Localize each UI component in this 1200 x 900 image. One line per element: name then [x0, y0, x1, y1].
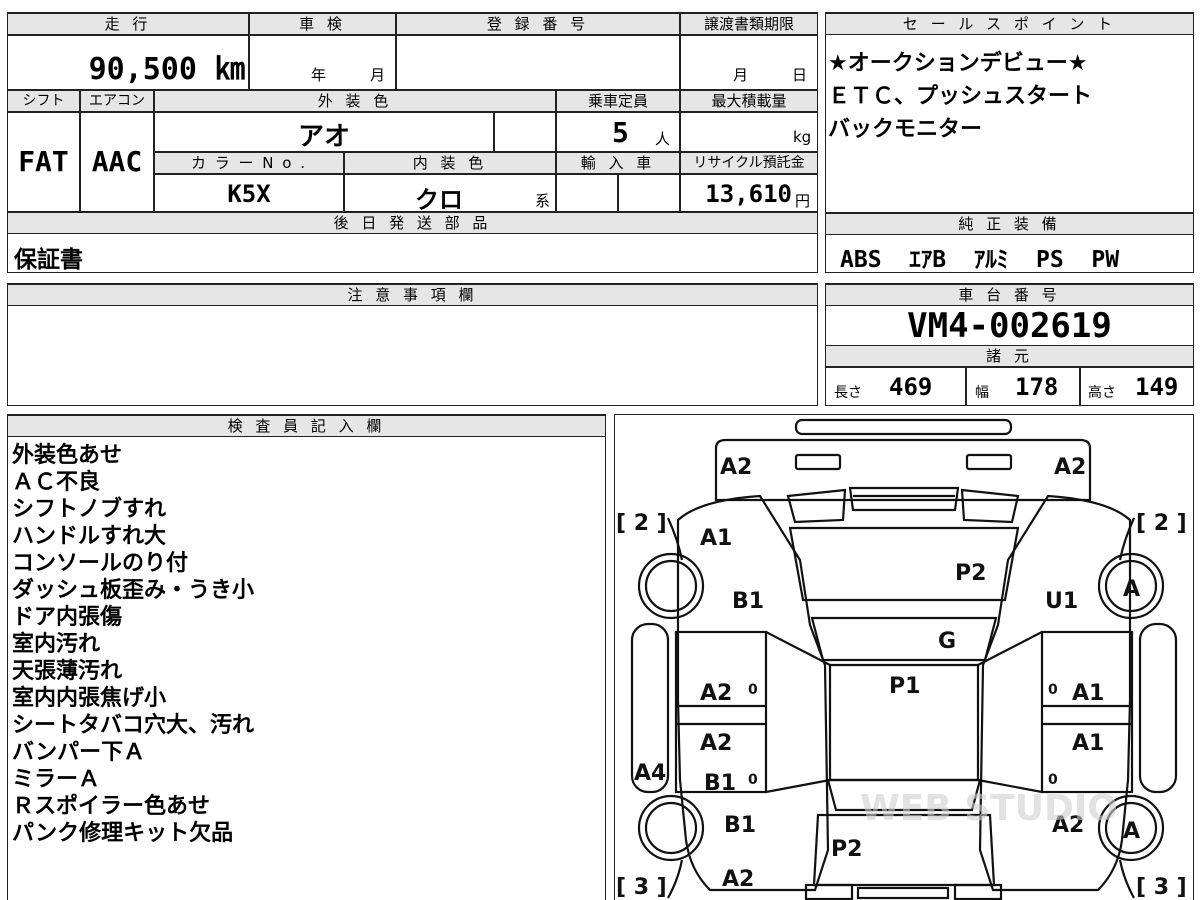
label-b1-front-left: B1	[732, 589, 764, 614]
notes-header: 注 意 事 項 欄	[7, 284, 818, 306]
import-cell-b	[618, 174, 680, 212]
label-a1-door-fr: A1	[1072, 681, 1104, 706]
registration-cell	[396, 35, 680, 90]
label-a2-rear-bottom: A2	[722, 867, 754, 892]
color-no-header: カ ラ ー N o .	[154, 152, 344, 174]
chassis-value: VM4-002619	[907, 306, 1112, 346]
label-a1-front-left: A1	[700, 526, 732, 551]
inspector-header: 検 査 員 記 入 欄	[7, 415, 606, 437]
max-load-header: 最大積載量	[680, 90, 818, 112]
sales-point-header: セ ー ル ス ポ イ ン ト	[825, 13, 1194, 35]
spec-length-value: 469	[889, 373, 933, 401]
chassis-header: 車 台 番 号	[825, 284, 1194, 306]
label-g-windshield: G	[938, 629, 956, 654]
sales-point-line-3: バックモニター	[828, 117, 983, 142]
exterior-color-value: アオ	[297, 122, 350, 152]
later-parts-value: 保証書	[14, 247, 83, 273]
exterior-color-extra-cell	[494, 112, 556, 152]
recycle-value: 13,610	[705, 180, 792, 208]
inspection-year-unit: 年	[311, 66, 327, 84]
label-b1-door-rl: B1	[704, 771, 736, 796]
max-load-unit: kg	[793, 128, 812, 146]
label-zero-1: 0	[748, 682, 758, 698]
label-front-right: A2	[1054, 455, 1086, 480]
import-header: 輸 入 車	[556, 152, 680, 174]
label-a4-side: A4	[634, 761, 666, 786]
recycle-unit: 円	[795, 192, 811, 210]
label-tire-fr: A	[1123, 577, 1140, 602]
capacity-header: 乗車定員	[556, 90, 680, 112]
label-p1-roof: P1	[889, 674, 920, 699]
label-a1-door-rr: A1	[1072, 731, 1104, 756]
equipment-header: 純 正 装 備	[825, 213, 1194, 235]
specs-header: 諸 元	[825, 345, 1194, 367]
shift-value: FAT	[18, 145, 69, 178]
inspector-item: パンク修理キット欠品	[12, 821, 234, 846]
inspector-item: 天張薄汚れ	[12, 659, 123, 684]
inspector-item: ハンドルすれ大	[12, 524, 167, 549]
transfer-day-unit: 日	[792, 66, 808, 84]
label-front-left: A2	[720, 455, 752, 480]
label-a2-door-rl: A2	[700, 731, 732, 756]
registration-header: 登 録 番 号	[396, 13, 680, 35]
inspector-list: 外装色あせ ＡＣ不良 シフトノブすれ ハンドルすれ大 コンソールのり付 ダッシュ…	[12, 442, 254, 847]
aircon-header: エアコン	[80, 90, 154, 112]
label-zero-2: 0	[1048, 682, 1058, 698]
label-a2-door-fl: A2	[700, 681, 732, 706]
spec-width-value: 178	[1015, 373, 1059, 401]
later-parts-header: 後 日 発 送 部 品	[7, 212, 818, 234]
inspector-item: ダッシュ板歪み・うき小	[12, 578, 255, 603]
capacity-value: 5	[612, 116, 629, 149]
shift-header: シフト	[7, 90, 80, 112]
label-tire-rr: A	[1123, 819, 1140, 844]
sales-point-line-2: ＥＴＣ、プッシュスタート	[828, 84, 1093, 109]
inspector-item: 外装色あせ	[12, 443, 123, 468]
inspection-month-unit: 月	[370, 66, 386, 84]
car-diagram: A2 A2 [ 2 ] [ 2 ] [ 3 ] [ 3 ] A1 B1 P2 U…	[616, 418, 1187, 900]
label-p2-trunk: P2	[831, 837, 862, 862]
spec-width-label: 幅	[975, 385, 989, 401]
mileage-header: 走 行	[7, 13, 249, 35]
capacity-unit: 人	[655, 130, 671, 148]
recycle-header: リサイクル預託金	[680, 152, 818, 174]
inspector-item: ＡＣ不良	[12, 470, 101, 495]
label-p2-hood: P2	[955, 561, 986, 586]
equipment-value: ABS ｴｱB ｱﾙﾐ PS PW	[840, 247, 1120, 273]
interior-color-header: 内 装 色	[344, 152, 556, 174]
label-zero-3: 0	[748, 772, 758, 788]
sales-point-line-1: ★オークションデビュー★	[828, 51, 1088, 76]
color-no-value: K5X	[227, 180, 271, 208]
inspector-item: ドア内張傷	[12, 605, 123, 630]
label-zero-4: 0	[1048, 772, 1058, 788]
label-b1-rear-left: B1	[724, 813, 756, 838]
inspector-item: コンソールのり付	[12, 551, 189, 576]
aircon-value: AAC	[91, 145, 143, 178]
inspection-header: 車 検	[249, 13, 396, 35]
label-left-bottom-bracket: [ 3 ]	[616, 875, 667, 900]
transfer-deadline-header: 譲渡書類期限	[680, 13, 818, 35]
label-right-bottom-bracket: [ 3 ]	[1136, 875, 1187, 900]
transfer-month-unit: 月	[733, 66, 749, 84]
label-left-top-bracket: [ 2 ]	[616, 511, 667, 536]
mileage-value: 90,500 ㎞	[88, 52, 245, 87]
label-right-top-bracket: [ 2 ]	[1136, 511, 1187, 536]
import-cell-a	[556, 174, 618, 212]
watermark: WEB STUDIO	[860, 788, 1118, 829]
label-u1-front-right: U1	[1045, 589, 1078, 614]
interior-color-suffix: 系	[535, 192, 551, 210]
exterior-color-header: 外 装 色	[154, 90, 556, 112]
inspector-item: 室内内張焦げ小	[12, 686, 167, 711]
inspector-item: シフトノブすれ	[12, 497, 167, 522]
inspector-item: バンパー下Ａ	[12, 740, 146, 765]
spec-height-label: 高さ	[1088, 385, 1116, 401]
inspector-item: Ｒスポイラー色あせ	[12, 794, 211, 819]
inspector-item: シートタバコ穴大、汚れ	[12, 713, 255, 738]
spec-height-value: 149	[1135, 373, 1179, 401]
interior-color-value: クロ	[415, 186, 463, 214]
inspector-item: 室内汚れ	[12, 632, 101, 657]
inspector-item: ミラーＡ	[12, 767, 101, 792]
spec-length-label: 長さ	[834, 385, 862, 401]
